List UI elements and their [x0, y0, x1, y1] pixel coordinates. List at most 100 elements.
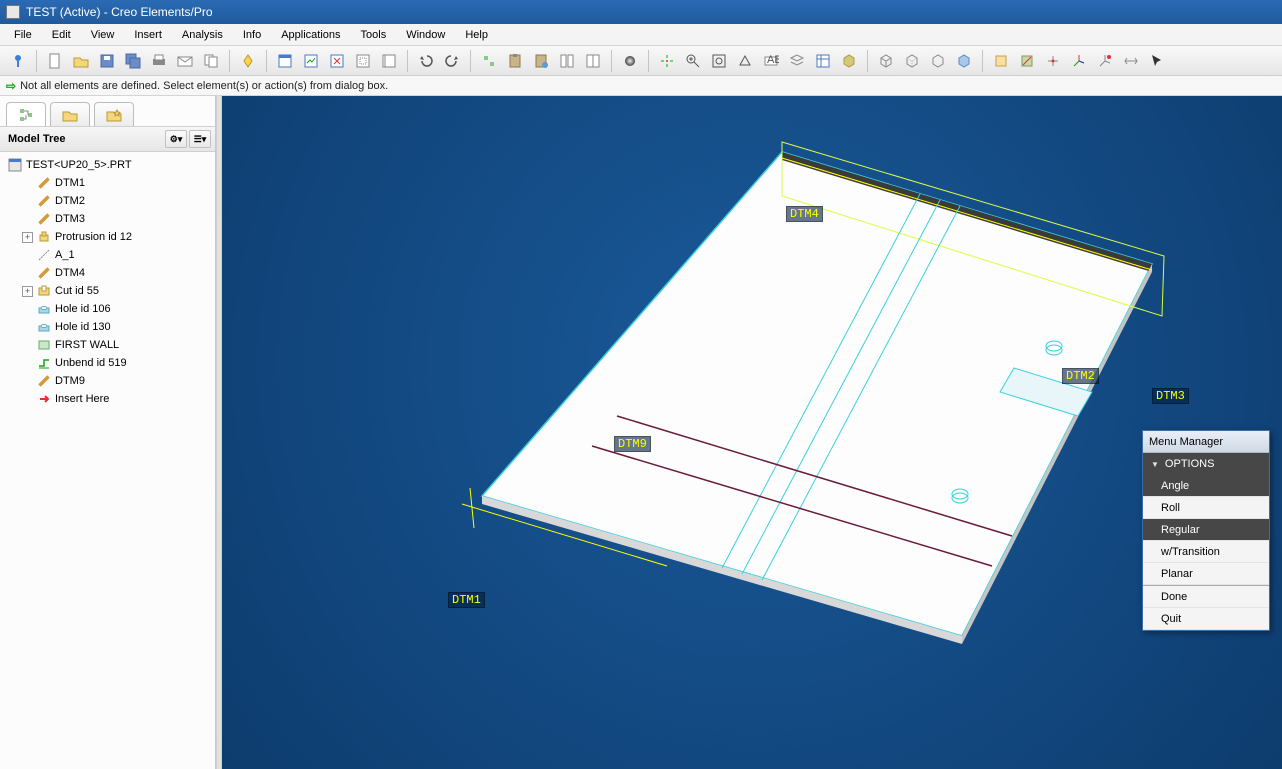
tool-csys[interactable] [1067, 49, 1091, 73]
menu-manager-option[interactable]: w/Transition [1143, 541, 1269, 563]
tool-datum-axis[interactable] [1015, 49, 1039, 73]
tool-redo[interactable] [440, 49, 464, 73]
tree-node[interactable]: +Protrusion id 12 [2, 228, 213, 246]
menu-file[interactable]: File [4, 26, 42, 44]
menu-insert[interactable]: Insert [124, 26, 172, 44]
tree-node[interactable]: FIRST WALL [2, 336, 213, 354]
tree-node[interactable]: Insert Here [2, 390, 213, 408]
tab-favorites[interactable] [94, 102, 134, 126]
tree-node[interactable]: Hole id 130 [2, 318, 213, 336]
tool-window2[interactable] [299, 49, 323, 73]
menu-manager-title[interactable]: Menu Manager [1143, 431, 1269, 453]
tool-datum-plane[interactable] [989, 49, 1013, 73]
menu-manager-option[interactable]: Planar [1143, 563, 1269, 585]
info-arrow-icon: ⇨ [6, 79, 16, 93]
menu-edit[interactable]: Edit [42, 26, 81, 44]
menu-manager-action[interactable]: Quit [1143, 608, 1269, 630]
tree-node[interactable]: DTM4 [2, 264, 213, 282]
tool-orient[interactable] [733, 49, 757, 73]
tool-cursor[interactable] [1145, 49, 1169, 73]
menu-manager-action[interactable]: Done [1143, 586, 1269, 608]
tool-saved-views[interactable]: AB [759, 49, 783, 73]
tool-paste-special[interactable] [529, 49, 553, 73]
menu-tools[interactable]: Tools [351, 26, 397, 44]
hole-icon [37, 302, 51, 316]
tool-zoom-fit[interactable] [707, 49, 731, 73]
info-bar: ⇨ Not all elements are defined. Select e… [0, 76, 1282, 96]
tool-model-display[interactable] [837, 49, 861, 73]
toolbar: AB [0, 46, 1282, 76]
menu-help[interactable]: Help [455, 26, 498, 44]
tool-email[interactable] [173, 49, 197, 73]
menu-info[interactable]: Info [233, 26, 271, 44]
tool-appearance[interactable] [618, 49, 642, 73]
3d-viewport[interactable]: DTM4 DTM2 DTM3 DTM9 DTM1 [222, 96, 1282, 769]
tool-pin[interactable] [6, 49, 30, 73]
tree-node[interactable]: DTM1 [2, 174, 213, 192]
datum-label[interactable]: DTM9 [614, 436, 651, 452]
tool-zoom-in[interactable] [681, 49, 705, 73]
tool-filter[interactable] [377, 49, 401, 73]
tool-wireframe[interactable] [874, 49, 898, 73]
datum-label[interactable]: DTM2 [1062, 368, 1099, 384]
datum-label[interactable]: DTM1 [448, 592, 485, 608]
tool-no-hidden[interactable] [926, 49, 950, 73]
tree-node[interactable]: +Cut id 55 [2, 282, 213, 300]
tree-show-btn[interactable]: ☰▾ [189, 130, 211, 148]
tab-folder-browser[interactable] [50, 102, 90, 126]
tool-select[interactable] [351, 49, 375, 73]
menu-view[interactable]: View [81, 26, 125, 44]
part-icon [8, 158, 22, 172]
tool-save-copy[interactable] [121, 49, 145, 73]
tree-node[interactable]: Hole id 106 [2, 300, 213, 318]
menu-analysis[interactable]: Analysis [172, 26, 233, 44]
menu-manager-section[interactable]: OPTIONS [1143, 453, 1269, 475]
expand-icon[interactable]: + [22, 232, 33, 243]
tool-close-window[interactable] [325, 49, 349, 73]
tool-layers[interactable] [785, 49, 809, 73]
tool-spin-center[interactable] [655, 49, 679, 73]
tree-header: Model Tree ⚙▾ ☰▾ [0, 126, 215, 152]
unbend-icon [37, 356, 51, 370]
tree-node[interactable]: DTM3 [2, 210, 213, 228]
datum-label[interactable]: DTM4 [786, 206, 823, 222]
tree-node[interactable]: DTM2 [2, 192, 213, 210]
menu-manager-option[interactable]: Regular [1143, 519, 1269, 541]
tree-node-label: DTM2 [55, 195, 85, 207]
tool-view-manager[interactable] [811, 49, 835, 73]
tool-print[interactable] [147, 49, 171, 73]
tool-save[interactable] [95, 49, 119, 73]
tool-copy[interactable] [199, 49, 223, 73]
tool-hidden-line[interactable] [900, 49, 924, 73]
tool-regenerate[interactable] [236, 49, 260, 73]
tool-annotation[interactable] [1093, 49, 1117, 73]
tool-datum-point[interactable] [1041, 49, 1065, 73]
menu-applications[interactable]: Applications [271, 26, 350, 44]
tab-model-tree[interactable] [6, 102, 46, 126]
expand-icon[interactable]: + [22, 286, 33, 297]
tool-more[interactable] [1119, 49, 1143, 73]
tree-node[interactable]: DTM9 [2, 372, 213, 390]
tool-copy-feature[interactable] [477, 49, 501, 73]
datum-icon [37, 194, 51, 208]
toolbar-separator [229, 50, 230, 72]
tool-paste[interactable] [503, 49, 527, 73]
tree-settings-btn[interactable]: ⚙▾ [165, 130, 187, 148]
tool-group[interactable] [555, 49, 579, 73]
menu-manager-option[interactable]: Angle [1143, 475, 1269, 497]
menu-manager-panel[interactable]: Menu Manager OPTIONS AngleRollRegularw/T… [1142, 430, 1270, 631]
tool-open[interactable] [69, 49, 93, 73]
datum-label[interactable]: DTM3 [1152, 388, 1189, 404]
tool-window1[interactable] [273, 49, 297, 73]
menu-manager-option[interactable]: Roll [1143, 497, 1269, 519]
tool-ungroup[interactable] [581, 49, 605, 73]
tree-root[interactable]: TEST<UP20_5>.PRT [2, 156, 213, 174]
tree-node[interactable]: Unbend id 519 [2, 354, 213, 372]
menu-window[interactable]: Window [396, 26, 455, 44]
tool-new[interactable] [43, 49, 67, 73]
model-tree[interactable]: TEST<UP20_5>.PRT DTM1 DTM2 DTM3+Protrusion… [0, 152, 215, 769]
tool-undo[interactable] [414, 49, 438, 73]
tree-node-label: FIRST WALL [55, 339, 119, 351]
tree-node[interactable]: A_1 [2, 246, 213, 264]
tool-shading[interactable] [952, 49, 976, 73]
